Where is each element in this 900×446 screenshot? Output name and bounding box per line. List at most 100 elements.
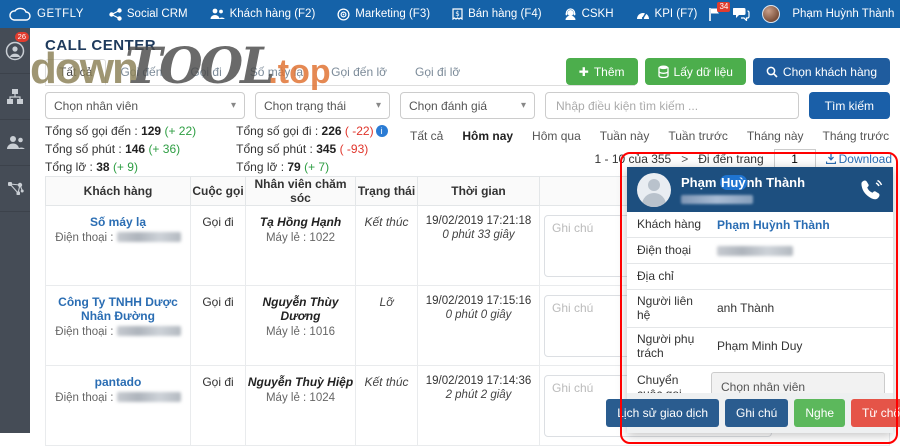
agent-extension: Máy lẻ : 1024 <box>246 392 355 404</box>
field-label: Khách hàng <box>627 213 711 235</box>
pagination-bar: 1 - 10 của 355 > Đi đến trang Download <box>595 149 893 168</box>
next-page-arrow[interactable]: > <box>681 152 688 166</box>
download-label: Download <box>839 152 892 166</box>
stat-label: Tổng lỡ : <box>236 160 284 174</box>
download-link[interactable]: Download <box>826 152 892 166</box>
sidebar-item-org-chart[interactable] <box>0 74 30 120</box>
phone-redacted <box>117 392 181 402</box>
field-label: Điện thoại <box>627 239 711 261</box>
brand-logo[interactable]: GETFLY <box>0 7 98 22</box>
call-answer-icon[interactable] <box>859 179 883 201</box>
sidebar-item-contacts[interactable]: 26 <box>0 28 30 74</box>
svg-text:$: $ <box>455 10 459 18</box>
navbar-right: 34 Phạm Huỳnh Thành <box>708 5 900 23</box>
col-status: Trạng thái <box>356 177 418 206</box>
brand-label: GETFLY <box>37 8 84 20</box>
time-filter-today[interactable]: Hôm nay <box>462 129 513 143</box>
left-sidebar: 26 <box>0 28 30 433</box>
notifications-button[interactable]: 34 <box>708 7 721 22</box>
field-label: Người phụ trách <box>627 328 711 365</box>
receipt-icon: $ <box>452 8 463 21</box>
tab-tat-ca[interactable]: Tất cả <box>45 59 106 85</box>
download-icon <box>826 153 836 164</box>
col-call-type: Cuộc gọi <box>191 177 246 206</box>
time-filter-this-week[interactable]: Tuần này <box>600 129 650 143</box>
database-icon <box>658 65 669 78</box>
tab-goi-den-lo[interactable]: Gọi đến lỡ <box>317 59 401 85</box>
search-input[interactable] <box>545 92 799 119</box>
add-button[interactable]: ✚ Thêm <box>566 58 638 85</box>
users-group-icon <box>6 135 25 150</box>
field-label: Người liên hệ <box>627 290 711 327</box>
nav-item-cskh[interactable]: CSKH <box>553 8 625 21</box>
nav-label: KPI (F7) <box>655 8 698 20</box>
page-title: CALL CENTER <box>45 37 156 54</box>
nav-label: CSKH <box>582 8 614 20</box>
customer-link[interactable]: Số máy lạ <box>46 215 190 229</box>
employee-select[interactable]: Chọn nhân viên <box>45 92 245 119</box>
name-highlight: Huỳ <box>720 175 747 190</box>
sidebar-item-network[interactable] <box>0 166 30 212</box>
time-filter-all[interactable]: Tất cả <box>410 129 443 143</box>
time-filter-last-month[interactable]: Tháng trước <box>823 129 890 143</box>
status-select[interactable]: Chọn trạng thái <box>255 92 390 119</box>
user-avatar[interactable] <box>762 5 780 23</box>
time-filter-yesterday[interactable]: Hôm qua <box>532 129 581 143</box>
nav-item-social-crm[interactable]: Social CRM <box>98 8 199 21</box>
reject-button[interactable]: Từ chối <box>851 399 900 427</box>
time-filter-last-week[interactable]: Tuần trước <box>668 129 727 143</box>
tab-goi-den[interactable]: Gọi đến <box>106 59 176 85</box>
customer-link[interactable]: Công Ty TNHH Dược Nhân Đường <box>46 295 190 323</box>
stat-delta: (+ 22) <box>164 124 196 138</box>
phone-label: Điện thoại : <box>55 326 113 338</box>
stat-delta: (+ 9) <box>113 160 138 174</box>
customer-profile-link[interactable]: Phạm Huỳnh Thành <box>711 214 893 236</box>
gauge-icon <box>636 9 650 20</box>
sidebar-item-users[interactable] <box>0 120 30 166</box>
add-label: Thêm <box>594 65 625 79</box>
nav-item-khach-hang[interactable]: Khách hàng (F2) <box>199 8 327 20</box>
nav-label: Khách hàng (F2) <box>230 8 316 20</box>
header-actions: ✚ Thêm Lấy dữ liệu Chọn khách hàng <box>566 58 890 85</box>
rating-select[interactable]: Chọn đánh giá <box>400 92 535 119</box>
caller-name: Phạm Huỳnh Thành <box>681 175 805 192</box>
phone-label: Điện thoại : <box>55 232 113 244</box>
cloud-logo-icon <box>8 7 32 22</box>
agent-extension: Máy lẻ : 1022 <box>246 232 355 244</box>
popup-field-customer: Khách hàng Phạm Huỳnh Thành <box>627 212 893 238</box>
chat-button[interactable] <box>733 7 750 21</box>
stat-label: Tổng lỡ : <box>45 160 93 174</box>
nav-item-kpi[interactable]: KPI (F7) <box>625 8 709 20</box>
call-type-tabs: Tất cả Gọi đến Gọi đi Số máy lạ Gọi đến … <box>45 61 635 86</box>
col-customer: Khách hàng <box>46 177 191 206</box>
tab-goi-di-lo[interactable]: Gọi đi lỡ <box>401 59 474 85</box>
notification-badge: 34 <box>717 2 730 12</box>
user-name[interactable]: Phạm Huỳnh Thành <box>792 8 894 20</box>
history-button[interactable]: Lịch sử giao dịch <box>606 399 719 427</box>
info-icon[interactable]: i <box>376 125 388 137</box>
pagination-range: 1 - 10 của 355 <box>595 152 672 166</box>
sitemap-icon <box>6 88 24 105</box>
goto-page-input[interactable] <box>774 149 816 168</box>
stat-label: Tổng số phút : <box>45 142 122 156</box>
choose-customer-button[interactable]: Chọn khách hàng <box>753 58 890 85</box>
call-status: Lỡ <box>380 295 394 309</box>
stat-value: 79 <box>287 160 300 174</box>
tab-so-may-la[interactable]: Số máy lạ <box>236 59 317 85</box>
stat-delta: (+ 36) <box>148 142 180 156</box>
search-button[interactable]: Tìm kiếm <box>809 92 890 119</box>
stat-delta: (+ 7) <box>304 160 329 174</box>
call-time: 19/02/2019 17:14:36 <box>418 375 539 387</box>
field-label: Địa chỉ <box>627 265 711 287</box>
listen-button[interactable]: Nghe <box>794 399 845 427</box>
tab-goi-di[interactable]: Gọi đi <box>176 59 235 85</box>
customer-link[interactable]: pantado <box>46 375 190 389</box>
fetch-data-button[interactable]: Lấy dữ liệu <box>645 58 746 85</box>
note-button[interactable]: Ghi chú <box>725 399 788 427</box>
nav-item-ban-hang[interactable]: $ Bán hàng (F4) <box>441 8 553 21</box>
phone-redacted <box>117 232 181 242</box>
time-filter-this-month[interactable]: Tháng này <box>747 129 804 143</box>
nav-item-marketing[interactable]: Marketing (F3) <box>326 8 441 21</box>
popup-footer: Lịch sử giao dịch Ghi chú Nghe Từ chối <box>627 393 893 433</box>
call-type: Gọi đi <box>202 215 233 229</box>
